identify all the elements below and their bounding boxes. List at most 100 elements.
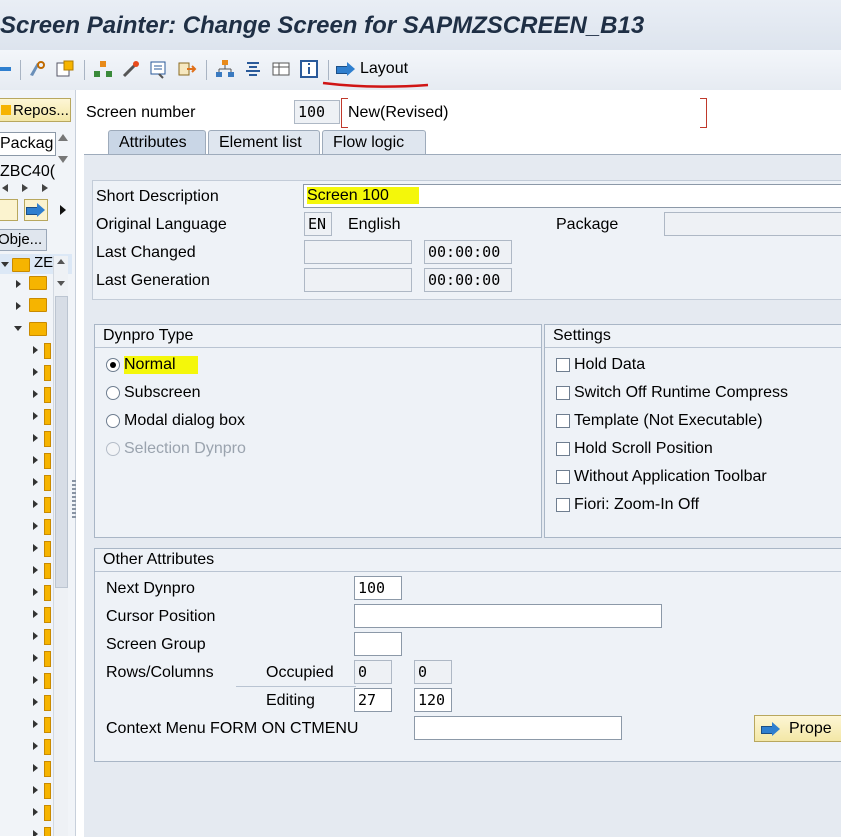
- back-icon[interactable]: [0, 58, 16, 80]
- radio-subscreen-label: Subscreen: [124, 384, 201, 401]
- layout-button[interactable]: Layout: [336, 58, 408, 80]
- forward-arrow-icon[interactable]: [24, 199, 48, 221]
- checkbox-hold-data[interactable]: [556, 358, 570, 372]
- object-list-icon[interactable]: [54, 58, 76, 80]
- folder-icon: [29, 276, 47, 290]
- checkbox-fiori-zoom-in-off-label: Fiori: Zoom-In Off: [574, 496, 700, 513]
- package-type-dropdown-icon[interactable]: [57, 134, 69, 164]
- last-changed-time-field: 00:00:00: [424, 240, 512, 264]
- screen-group-label: Screen Group: [106, 636, 206, 653]
- display-icon[interactable]: [0, 199, 18, 221]
- checkbox-hold-data-label: Hold Data: [574, 356, 646, 373]
- align-center-icon[interactable]: [242, 58, 264, 80]
- short-description-value: Screen 100: [307, 187, 419, 204]
- radio-selection-dynpro: [106, 442, 120, 456]
- tab-strip: Attributes Element list Flow logic: [84, 130, 841, 154]
- display-object-icon[interactable]: [148, 58, 170, 80]
- toolbar-separator: [84, 60, 85, 80]
- collapse-icon[interactable]: [1, 262, 9, 267]
- context-menu-field[interactable]: [414, 716, 622, 740]
- nav-arrows[interactable]: [0, 183, 60, 193]
- rows-columns-label: Rows/Columns: [106, 664, 214, 681]
- checkbox-template-label: Template (Not Executable): [574, 412, 763, 429]
- expand-icon[interactable]: [16, 280, 21, 288]
- last-generation-time-field: 00:00:00: [424, 268, 512, 292]
- layout-button-label: Layout: [360, 60, 409, 77]
- checkbox-template[interactable]: [556, 414, 570, 428]
- where-used-icon[interactable]: [26, 58, 48, 80]
- cursor-position-label: Cursor Position: [106, 608, 216, 625]
- checkbox-without-app-toolbar[interactable]: [556, 470, 570, 484]
- radio-normal[interactable]: [106, 358, 120, 372]
- editing-rows-field[interactable]: 27: [354, 688, 392, 712]
- radio-normal-label: Normal: [124, 356, 198, 374]
- info-icon[interactable]: [298, 58, 320, 80]
- package-label: Package: [556, 216, 619, 233]
- tab-element-list[interactable]: Element list: [208, 130, 320, 154]
- short-description-field[interactable]: Screen 100: [303, 184, 841, 208]
- package-name-value: ZBC40(: [0, 163, 56, 180]
- radio-modal-dialog[interactable]: [106, 414, 120, 428]
- folder-icon: [29, 298, 47, 312]
- language-name: English: [348, 216, 401, 233]
- editing-cols-field[interactable]: 120: [414, 688, 452, 712]
- tab-flow-logic[interactable]: Flow logic: [322, 130, 426, 154]
- repository-browser-button[interactable]: Repos...: [0, 98, 71, 122]
- occupied-rows-field: 0: [354, 660, 392, 684]
- last-changed-label: Last Changed: [96, 244, 196, 261]
- editing-label: Editing: [266, 692, 315, 709]
- next-dynpro-label: Next Dynpro: [106, 580, 195, 597]
- radio-subscreen[interactable]: [106, 386, 120, 400]
- more-icon[interactable]: [60, 205, 66, 215]
- toolbar-separator: [20, 60, 21, 80]
- other-object-icon[interactable]: [176, 58, 198, 80]
- repository-browser-label: Repos...: [13, 101, 69, 119]
- next-dynpro-field[interactable]: 100: [354, 576, 402, 600]
- language-code-field: EN: [304, 212, 332, 236]
- checkbox-hold-scroll-position-label: Hold Scroll Position: [574, 440, 713, 457]
- properties-button[interactable]: Prope: [754, 715, 841, 742]
- scrollbar-thumb[interactable]: [55, 296, 68, 588]
- tab-attributes[interactable]: Attributes: [108, 130, 206, 154]
- checkbox-fiori-zoom-in-off[interactable]: [556, 498, 570, 512]
- screen-status-text: New(Revised): [348, 104, 449, 121]
- properties-button-label: Prope: [789, 719, 832, 737]
- checkbox-hold-scroll-position[interactable]: [556, 442, 570, 456]
- screen-number-field: 100: [294, 100, 340, 124]
- objects-button[interactable]: Obje...: [0, 229, 47, 251]
- occupied-label: Occupied: [266, 664, 334, 681]
- folder-icon: [1, 105, 11, 115]
- dynpro-type-title: Dynpro Type: [103, 327, 194, 344]
- tree-structure-icon[interactable]: [214, 58, 236, 80]
- status-bracket-left: [341, 98, 348, 128]
- last-changed-date-field: [304, 240, 412, 264]
- screen-group-field[interactable]: [354, 632, 402, 656]
- toolbar-separator: [206, 60, 207, 80]
- arrow-right-icon: [761, 721, 781, 736]
- cursor-position-field[interactable]: [354, 604, 662, 628]
- context-menu-label: Context Menu FORM ON CTMENU: [106, 720, 359, 737]
- toolbar-separator: [328, 60, 329, 80]
- checkbox-switch-off-runtime-compress[interactable]: [556, 386, 570, 400]
- rows-columns-divider: [236, 686, 356, 687]
- status-bracket-right: [700, 98, 707, 128]
- other-attributes-title: Other Attributes: [103, 551, 215, 568]
- package-type-field[interactable]: Packag: [0, 132, 56, 156]
- original-language-label: Original Language: [96, 216, 227, 233]
- red-underline-annotation: [322, 81, 429, 88]
- object-navigator-pane: Repos... Packag ZBC40( Obje... ZE: [0, 90, 76, 836]
- screen-number-label: Screen number: [86, 104, 196, 121]
- collapse-icon[interactable]: [14, 326, 22, 331]
- magic-wand-icon[interactable]: [120, 58, 142, 80]
- arrow-right-icon: [336, 62, 356, 76]
- radio-modal-dialog-label: Modal dialog box: [124, 412, 245, 429]
- table-icon[interactable]: [270, 58, 292, 80]
- hierarchy-icon[interactable]: [92, 58, 114, 80]
- folder-open-icon: [12, 258, 30, 272]
- tree-root-label: ZE: [34, 254, 54, 271]
- folder-open-icon: [29, 322, 47, 336]
- tree-scrollbar[interactable]: [53, 256, 68, 836]
- checkbox-without-app-toolbar-label: Without Application Toolbar: [574, 468, 767, 485]
- expand-icon[interactable]: [16, 302, 21, 310]
- title-bar: Screen Painter: Change Screen for SAPMZS…: [0, 0, 841, 51]
